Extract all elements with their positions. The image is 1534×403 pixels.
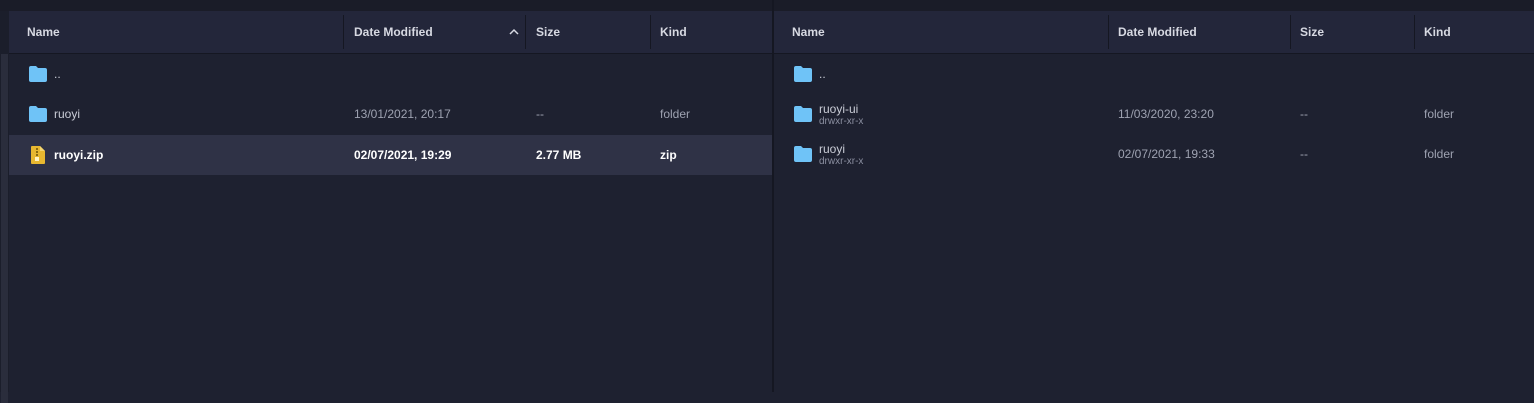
file-date: 13/01/2021, 20:17 <box>354 107 451 121</box>
file-name: ruoyi <box>54 107 81 121</box>
column-header-date[interactable]: Date Modified <box>354 11 433 53</box>
file-size: -- <box>1300 147 1308 161</box>
column-separator[interactable] <box>1290 15 1291 49</box>
column-separator[interactable] <box>525 15 526 49</box>
file-permissions: drwxr-xr-x <box>819 156 864 167</box>
file-kind: folder <box>660 107 691 121</box>
file-row-parent[interactable]: .. <box>774 54 1534 94</box>
file-date: 02/07/2021, 19:29 <box>354 148 452 162</box>
file-kind: zip <box>660 148 677 162</box>
file-kind: folder <box>1424 107 1455 121</box>
column-separator[interactable] <box>650 15 651 49</box>
local-file-pane: Name Date Modified Size Kind .. ruoyi 13… <box>9 11 772 392</box>
zip-file-icon <box>31 146 45 164</box>
file-name: .. <box>54 67 61 81</box>
file-row[interactable]: ruoyi-ui drwxr-xr-x 11/03/2020, 23:20 --… <box>774 94 1534 134</box>
column-header-kind[interactable]: Kind <box>660 11 687 53</box>
file-date: 11/03/2020, 23:20 <box>1118 107 1214 121</box>
column-header: Name Date Modified Size Kind <box>9 11 772 54</box>
file-name: ruoyi <box>819 142 846 156</box>
sort-ascending-icon[interactable] <box>508 11 520 53</box>
file-size: -- <box>1300 107 1308 121</box>
file-row[interactable]: ruoyi 13/01/2021, 20:17 -- folder <box>9 94 772 134</box>
column-header-name[interactable]: Name <box>792 11 825 53</box>
column-header-name[interactable]: Name <box>27 11 60 53</box>
file-date: 02/07/2021, 19:33 <box>1118 147 1215 161</box>
column-separator[interactable] <box>1414 15 1415 49</box>
folder-icon <box>794 146 812 162</box>
folder-icon <box>29 106 47 122</box>
column-separator[interactable] <box>343 15 344 49</box>
file-size: 2.77 MB <box>536 148 582 162</box>
folder-icon <box>794 66 812 82</box>
column-header-size[interactable]: Size <box>536 11 560 53</box>
file-name: ruoyi.zip <box>54 148 104 162</box>
scrollbar-thumb[interactable] <box>1 54 8 403</box>
file-name-block: ruoyi drwxr-xr-x <box>819 142 863 167</box>
file-row-selected[interactable]: ruoyi.zip 02/07/2021, 19:29 2.77 MB zip <box>9 135 772 175</box>
left-scrollbar[interactable] <box>0 11 9 403</box>
file-name: .. <box>819 67 826 81</box>
file-kind: folder <box>1424 147 1455 161</box>
remote-file-pane: Name Date Modified Size Kind .. ruoyi-ui… <box>774 11 1534 392</box>
file-permissions: drwxr-xr-x <box>819 116 864 127</box>
column-header-date[interactable]: Date Modified <box>1118 11 1197 53</box>
file-row[interactable]: ruoyi drwxr-xr-x 02/07/2021, 19:33 -- fo… <box>774 134 1534 174</box>
file-row-parent[interactable]: .. <box>9 54 772 94</box>
column-header: Name Date Modified Size Kind <box>774 11 1534 54</box>
file-name-block: ruoyi-ui drwxr-xr-x <box>819 102 863 127</box>
file-size: -- <box>536 107 544 121</box>
column-header-kind[interactable]: Kind <box>1424 11 1451 53</box>
folder-icon <box>794 106 812 122</box>
column-separator[interactable] <box>1108 15 1109 49</box>
column-header-size[interactable]: Size <box>1300 11 1324 53</box>
folder-icon <box>29 66 47 82</box>
file-name: ruoyi-ui <box>819 102 859 116</box>
